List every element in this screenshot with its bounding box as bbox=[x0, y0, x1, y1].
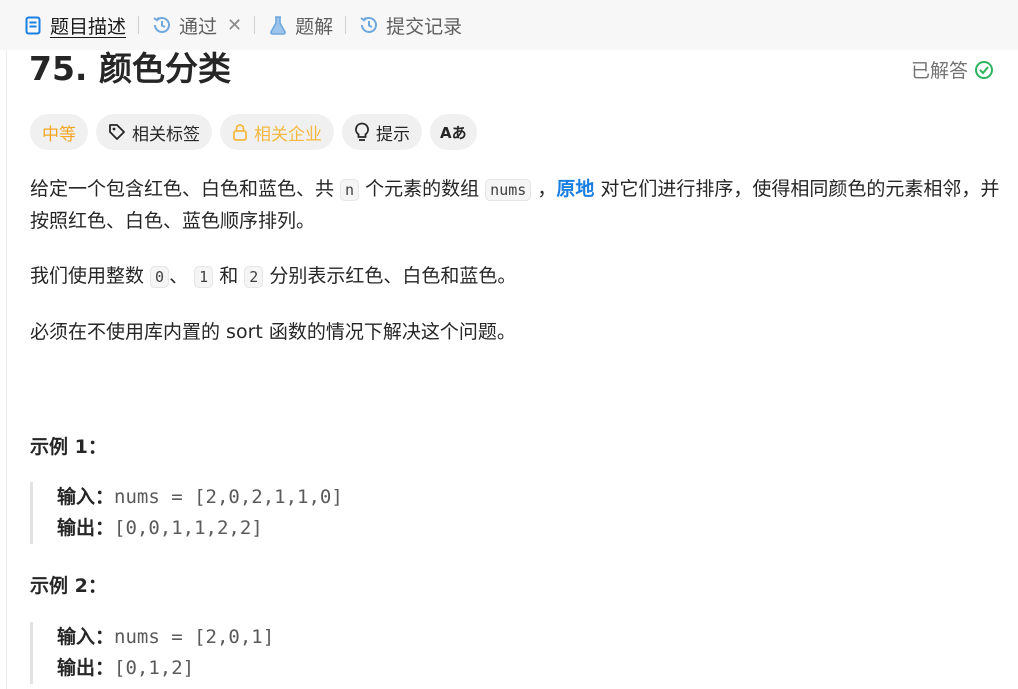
inline-code: 0 bbox=[150, 266, 170, 288]
inline-code: 2 bbox=[244, 266, 264, 288]
related-tags-button[interactable]: 相关标签 bbox=[96, 114, 212, 150]
document-icon bbox=[22, 14, 44, 36]
hints-label: 提示 bbox=[376, 124, 410, 145]
check-circle-icon bbox=[974, 60, 994, 80]
lock-icon bbox=[232, 123, 248, 141]
flask-icon bbox=[267, 14, 289, 36]
translate-icon: Aあ bbox=[440, 123, 467, 142]
inline-code: n bbox=[340, 179, 360, 201]
tab-label: 通过 bbox=[179, 15, 218, 38]
lightbulb-icon bbox=[354, 122, 370, 142]
tab-accepted[interactable]: 通过 ✕ bbox=[151, 0, 242, 50]
related-tags-label: 相关标签 bbox=[132, 124, 200, 145]
description-paragraph: 给定一个包含红色、白色和蓝色、共 n 个元素的数组 nums ，原地 对它们进行… bbox=[30, 178, 1000, 232]
example-block: 输入：nums = [2,0,1] 输出：[0,1,2] bbox=[30, 622, 274, 684]
tab-label: 题解 bbox=[295, 15, 334, 38]
tab-divider bbox=[254, 16, 256, 34]
problem-title: 75. 颜色分类 bbox=[29, 49, 231, 88]
example-output: 输出：[0,1,2] bbox=[57, 657, 195, 679]
example-output: 输出：[0,0,1,1,2,2] bbox=[57, 517, 263, 539]
problem-chips: 中等 相关标签 相关企业 提示 Aあ bbox=[30, 114, 477, 150]
example-title: 示例 2： bbox=[30, 575, 107, 597]
tab-divider bbox=[138, 16, 140, 34]
example-title: 示例 1： bbox=[30, 436, 107, 458]
example-input: 输入：nums = [2,0,2,1,1,0] bbox=[57, 486, 343, 508]
inline-code: nums bbox=[485, 179, 532, 201]
tab-solutions[interactable]: 题解 bbox=[267, 0, 333, 50]
tab-submissions[interactable]: 提交记录 bbox=[358, 0, 462, 50]
problem-panel: 75. 颜色分类 已解答 中等 相关标签 相关企业 提示 Aあ 给定一个包含红色… bbox=[6, 50, 1018, 689]
example-input: 输入：nums = [2,0,1] bbox=[57, 626, 275, 648]
tab-label: 题目描述 bbox=[50, 15, 127, 38]
related-companies-label: 相关企业 bbox=[254, 124, 322, 145]
description-paragraph: 我们使用整数 0、 1 和 2 分别表示红色、白色和蓝色。 bbox=[30, 265, 517, 288]
history-icon bbox=[358, 14, 380, 36]
close-icon[interactable]: ✕ bbox=[227, 15, 242, 36]
tab-divider bbox=[345, 16, 347, 34]
related-companies-button[interactable]: 相关企业 bbox=[220, 114, 334, 150]
difficulty-label: 中等 bbox=[42, 124, 76, 145]
history-icon bbox=[151, 14, 173, 36]
inline-code: 1 bbox=[194, 266, 214, 288]
in-place-link[interactable]: 原地 bbox=[556, 178, 594, 200]
tab-description[interactable]: 题目描述 bbox=[22, 0, 126, 50]
hints-button[interactable]: 提示 bbox=[342, 114, 422, 150]
tab-label: 提交记录 bbox=[386, 15, 463, 38]
example-block: 输入：nums = [2,0,2,1,1,0] 输出：[0,0,1,1,2,2] bbox=[30, 482, 343, 544]
translate-button[interactable]: Aあ bbox=[430, 114, 477, 150]
tag-icon bbox=[108, 123, 126, 141]
tab-bar: 题目描述 通过 ✕ 题解 提交记录 bbox=[0, 0, 1018, 50]
solved-label: 已解答 bbox=[910, 60, 968, 82]
solved-status: 已解答 bbox=[911, 56, 994, 83]
description-paragraph: 必须在不使用库内置的 sort 函数的情况下解决这个问题。 bbox=[30, 321, 516, 343]
problem-description: 给定一个包含红色、白色和蓝色、共 n 个元素的数组 nums ，原地 对它们进行… bbox=[30, 174, 1000, 372]
difficulty-badge: 中等 bbox=[30, 114, 88, 150]
